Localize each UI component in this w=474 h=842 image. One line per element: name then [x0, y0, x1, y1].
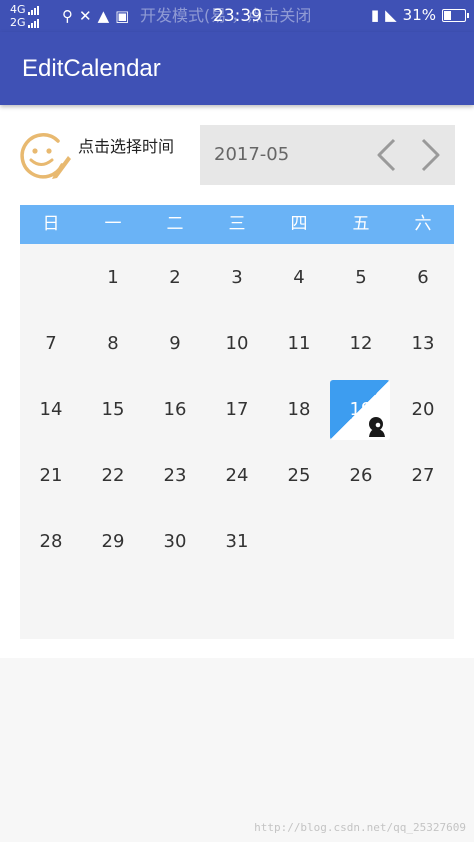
calendar-day[interactable]: 16 — [144, 377, 206, 443]
calendar-day[interactable]: 18 — [268, 377, 330, 443]
clock: 23:39 — [213, 6, 262, 26]
calendar-day[interactable]: 24 — [206, 443, 268, 509]
bottom-panel — [0, 658, 474, 842]
network-indicator: 4G 2G — [10, 3, 39, 29]
calendar-day[interactable]: 9 — [144, 311, 206, 377]
app-bar: EditCalendar — [0, 32, 474, 105]
weekday-label: 六 — [414, 214, 432, 234]
calendar-day[interactable]: 30 — [144, 509, 206, 575]
calendar-day[interactable]: 23 — [144, 443, 206, 509]
calendar-day[interactable]: 4 — [268, 245, 330, 311]
lock-icon: ▮ — [370, 6, 380, 24]
tools-icon: ✕ — [79, 7, 92, 25]
calendar-day[interactable]: 6 — [392, 245, 454, 311]
calendar-day[interactable]: 31 — [206, 509, 268, 575]
weekday-label: 二 — [166, 214, 184, 234]
weekday-label: 一 — [104, 214, 122, 234]
calendar-day[interactable]: 10 — [206, 311, 268, 377]
status-bar: 4G 2G ⚲ ✕ ▲ ▣ 开发模式(易 ，点击关闭 23:39 ▮ ◣ 31% — [0, 0, 474, 32]
calendar-day[interactable]: 3 — [206, 245, 268, 311]
calendar-day[interactable]: 25 — [268, 443, 330, 509]
calendar-day[interactable]: 15 — [82, 377, 144, 443]
calendar-day[interactable]: 13 — [392, 311, 454, 377]
calendar-day[interactable]: 26 — [330, 443, 392, 509]
chevron-left-icon[interactable] — [372, 138, 402, 172]
current-month[interactable]: 2017-05 — [214, 144, 289, 166]
calendar-day[interactable]: 12 — [330, 311, 392, 377]
calendar-day[interactable]: 28 — [20, 509, 82, 575]
calendar-day[interactable]: 22 — [82, 443, 144, 509]
smiley-edit-icon[interactable] — [18, 131, 72, 181]
qq-icon: ▲ — [97, 7, 110, 25]
weekday-label: 三 — [228, 214, 246, 234]
calendar-day[interactable]: 1 — [82, 245, 144, 311]
pick-time-label[interactable]: 点击选择时间 — [78, 137, 174, 157]
weekday-header: 日一二三四五六 — [20, 205, 454, 244]
network-type-bottom: 2G — [10, 16, 26, 29]
calendar-day[interactable]: 20 — [392, 377, 454, 443]
calendar-day[interactable]: 17 — [206, 377, 268, 443]
calendar-day[interactable]: 11 — [268, 311, 330, 377]
calendar-grid: 1 2 3 4 5 6 7 8 9 10 11 12 13 14 15 16 17 18 19 20 21 22 23 24 2… — [20, 244, 454, 639]
calendar-day[interactable]: 2 — [144, 245, 206, 311]
calendar-day-selected[interactable]: 19 — [330, 377, 392, 443]
calendar-day[interactable]: 5 — [330, 245, 392, 311]
calendar-day[interactable]: 7 — [20, 311, 82, 377]
app-title: EditCalendar — [22, 55, 161, 82]
weekday-label: 五 — [352, 214, 370, 234]
battery-percent: 31% — [402, 6, 436, 24]
watermark: http://blog.csdn.net/qq_25327609 — [254, 821, 466, 834]
signal-icon — [27, 5, 39, 15]
calendar-day[interactable]: 8 — [82, 311, 144, 377]
calendar-day[interactable]: 27 — [392, 443, 454, 509]
calendar-day[interactable]: 29 — [82, 509, 144, 575]
app-icon: ▣ — [115, 7, 130, 25]
battery-icon — [442, 8, 469, 22]
chevron-right-icon[interactable] — [415, 138, 445, 172]
network-type-top: 4G — [10, 3, 26, 16]
month-selector: 2017-05 — [200, 125, 455, 185]
usb-icon: ⚲ — [62, 7, 73, 25]
mute-icon: ◣ — [385, 6, 397, 24]
calendar-day[interactable]: 14 — [20, 377, 82, 443]
weekday-label: 日 — [42, 214, 60, 234]
signal-icon — [27, 18, 39, 28]
calendar-day[interactable]: 21 — [20, 443, 82, 509]
weekday-label: 四 — [290, 214, 308, 234]
